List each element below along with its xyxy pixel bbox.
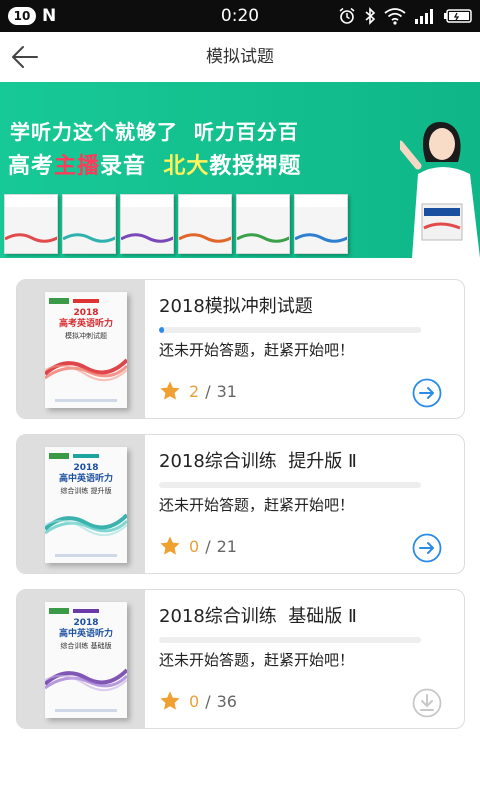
- book-name: 高中英语听力: [58, 474, 113, 484]
- progress-bar: [159, 482, 421, 488]
- book-year: 2018: [73, 618, 99, 628]
- signal-icon: [415, 9, 433, 24]
- download-button[interactable]: [412, 688, 442, 718]
- banner-slogan-1: 学听力这个就够了 听力百分百: [10, 120, 299, 144]
- total-count: 21: [216, 536, 237, 556]
- page-title: 模拟试题: [206, 47, 274, 67]
- card-title: 2018模拟冲刺试题: [159, 296, 313, 317]
- bluetooth-icon: [365, 7, 376, 25]
- book-year: 2018: [73, 463, 99, 473]
- star-icon: [160, 381, 180, 400]
- book-cover: 2018 高中英语听力 综合训练 基础版: [17, 590, 145, 728]
- book-name: 高中英语听力: [58, 629, 113, 639]
- answered-count: 2: [189, 381, 200, 401]
- start-button[interactable]: [412, 378, 442, 408]
- banner-text-yellow: 北大: [163, 154, 210, 179]
- status-bar: 10 N 0:20: [0, 0, 480, 32]
- answered-count: 0: [189, 691, 200, 711]
- banner-text-prefix: 高考: [8, 154, 55, 179]
- star-icon: [160, 691, 180, 710]
- exam-card[interactable]: 2018 高中英语听力 综合训练 提升版 2018综合训练 提升版 Ⅱ 还未开始…: [16, 434, 465, 574]
- book-cover-image: 2018 高中英语听力 综合训练 基础版: [45, 602, 127, 718]
- start-button[interactable]: [412, 533, 442, 563]
- book-subtitle: 模拟冲刺试题: [65, 332, 107, 340]
- exam-card[interactable]: 2018 高考英语听力 模拟冲刺试题 2018模拟冲刺试题 还未开始答题，赶紧开…: [16, 279, 465, 419]
- arrow-right-icon: [412, 378, 442, 408]
- arrow-right-icon: [412, 533, 442, 563]
- wifi-icon: [384, 8, 406, 25]
- banner-book-image: [294, 194, 348, 254]
- stat-separator: /: [205, 691, 211, 711]
- card-title: 2018综合训练 基础版 Ⅱ: [159, 606, 357, 627]
- book-subtitle: 综合训练 提升版: [60, 487, 112, 495]
- book-subtitle: 综合训练 基础版: [60, 642, 112, 650]
- battery-icon: [444, 9, 472, 23]
- banner-text-mid: 录音: [100, 154, 164, 179]
- banner-slogan-2: 高考主播录音 北大教授押题: [8, 148, 301, 180]
- app-header: 模拟试题: [0, 32, 480, 82]
- exam-card[interactable]: 2018 高中英语听力 综合训练 基础版 2018综合训练 基础版 Ⅱ 还未开始…: [16, 589, 465, 729]
- total-count: 36: [216, 691, 237, 711]
- question-stats: 0 / 21: [159, 533, 237, 559]
- promo-banner[interactable]: 学听力这个就够了 听力百分百 高考主播录音 北大教授押题: [0, 82, 480, 258]
- banner-book-row: [4, 194, 348, 254]
- banner-text-suffix: 教授押题: [209, 154, 302, 179]
- card-title: 2018综合训练 提升版 Ⅱ: [159, 451, 357, 472]
- banner-book-image: [236, 194, 290, 254]
- question-stats: 2 / 31: [159, 378, 237, 404]
- book-cover: 2018 高考英语听力 模拟冲刺试题: [17, 280, 145, 418]
- banner-book-image: [62, 194, 116, 254]
- presenter-illustration: [400, 122, 480, 258]
- banner-book-image: [120, 194, 174, 254]
- progress-fill: [159, 327, 165, 333]
- book-year: 2018: [73, 308, 99, 318]
- book-cover-image: 2018 高中英语听力 综合训练 提升版: [45, 447, 127, 563]
- question-stats: 0 / 36: [159, 688, 237, 714]
- book-name: 高考英语听力: [58, 319, 113, 329]
- progress-bar: [159, 327, 421, 333]
- status-message: 还未开始答题，赶紧开始吧！: [159, 341, 355, 359]
- total-count: 31: [216, 381, 237, 401]
- banner-text-red: 主播: [54, 154, 101, 179]
- answered-count: 0: [189, 536, 200, 556]
- alarm-icon: [339, 7, 355, 24]
- banner-book-image: [4, 194, 58, 254]
- banner-book-image: [178, 194, 232, 254]
- status-message: 还未开始答题，赶紧开始吧！: [159, 496, 355, 514]
- stat-separator: /: [205, 381, 211, 401]
- book-cover: 2018 高中英语听力 综合训练 提升版: [17, 435, 145, 573]
- status-icons: [338, 6, 472, 26]
- status-message: 还未开始答题，赶紧开始吧！: [159, 651, 355, 669]
- book-cover-image: 2018 高考英语听力 模拟冲刺试题: [45, 292, 127, 408]
- progress-bar: [159, 637, 421, 643]
- stat-separator: /: [205, 536, 211, 556]
- star-icon: [160, 536, 180, 555]
- download-icon: [412, 688, 442, 718]
